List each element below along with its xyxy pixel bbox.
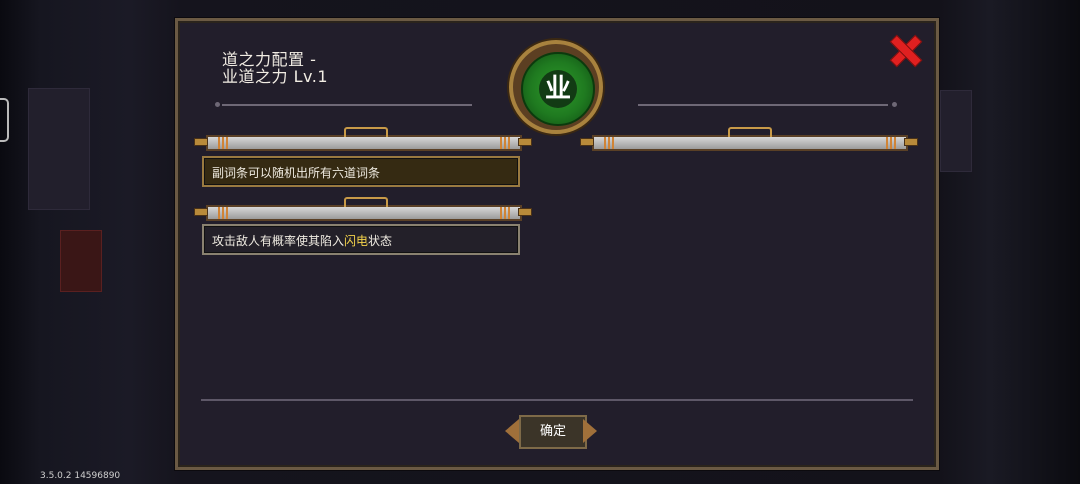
bar-cap [580,138,594,146]
close-icon[interactable] [890,35,920,65]
divider-dot [215,102,220,107]
background-decoration [60,230,102,292]
slot-bar-right [592,135,908,151]
version-label: 3.5.0.2 14596890 [40,471,121,481]
bar-clip [344,197,388,207]
affix-card-1[interactable]: 副词条可以随机出所有六道词条 [202,156,520,187]
side-drawer-handle[interactable] [0,98,9,142]
affix-text: 攻击敌人有概率使其陷入闪电状态 [212,234,392,248]
slot-bar-middle [206,205,522,221]
bar-cap [194,208,208,216]
divider-dot [892,102,897,107]
panel-title: 道之力配置 - 业道之力 Lv.1 [222,50,328,86]
arrow-left-icon [505,419,519,443]
affix-text-part: 状态 [368,234,393,248]
affix-text-part: 副词条可以随机出所有六道词条 [212,166,381,180]
highlight-term: 闪电 [344,234,369,248]
affix-card-2[interactable]: 攻击敌人有概率使其陷入闪电状态 [202,224,520,255]
slot-bar-left [206,135,522,151]
karma-emblem-icon: 业 [509,40,603,134]
arrow-right-icon [583,419,597,443]
emblem-glyph: 业 [539,70,577,108]
background-decoration [940,90,972,172]
bottom-divider [201,399,913,401]
bar-clip [728,127,772,137]
bar-cap [194,138,208,146]
bar-cap [518,138,532,146]
affix-text-part: 攻击敌人有概率使其陷入 [212,234,345,248]
background-decoration [28,88,90,210]
bar-cap [518,208,532,216]
dao-power-config-panel: 道之力配置 - 业道之力 Lv.1 业 副词条可以随机出所有六道词条 攻击敌人有… [175,18,939,470]
bar-clip [344,127,388,137]
bar-cap [904,138,918,146]
title-divider-right [638,104,888,106]
confirm-button[interactable]: 确定 [505,413,597,449]
affix-text: 副词条可以随机出所有六道词条 [212,166,380,180]
title-divider-left [222,104,472,106]
confirm-label: 确定 [519,415,587,449]
